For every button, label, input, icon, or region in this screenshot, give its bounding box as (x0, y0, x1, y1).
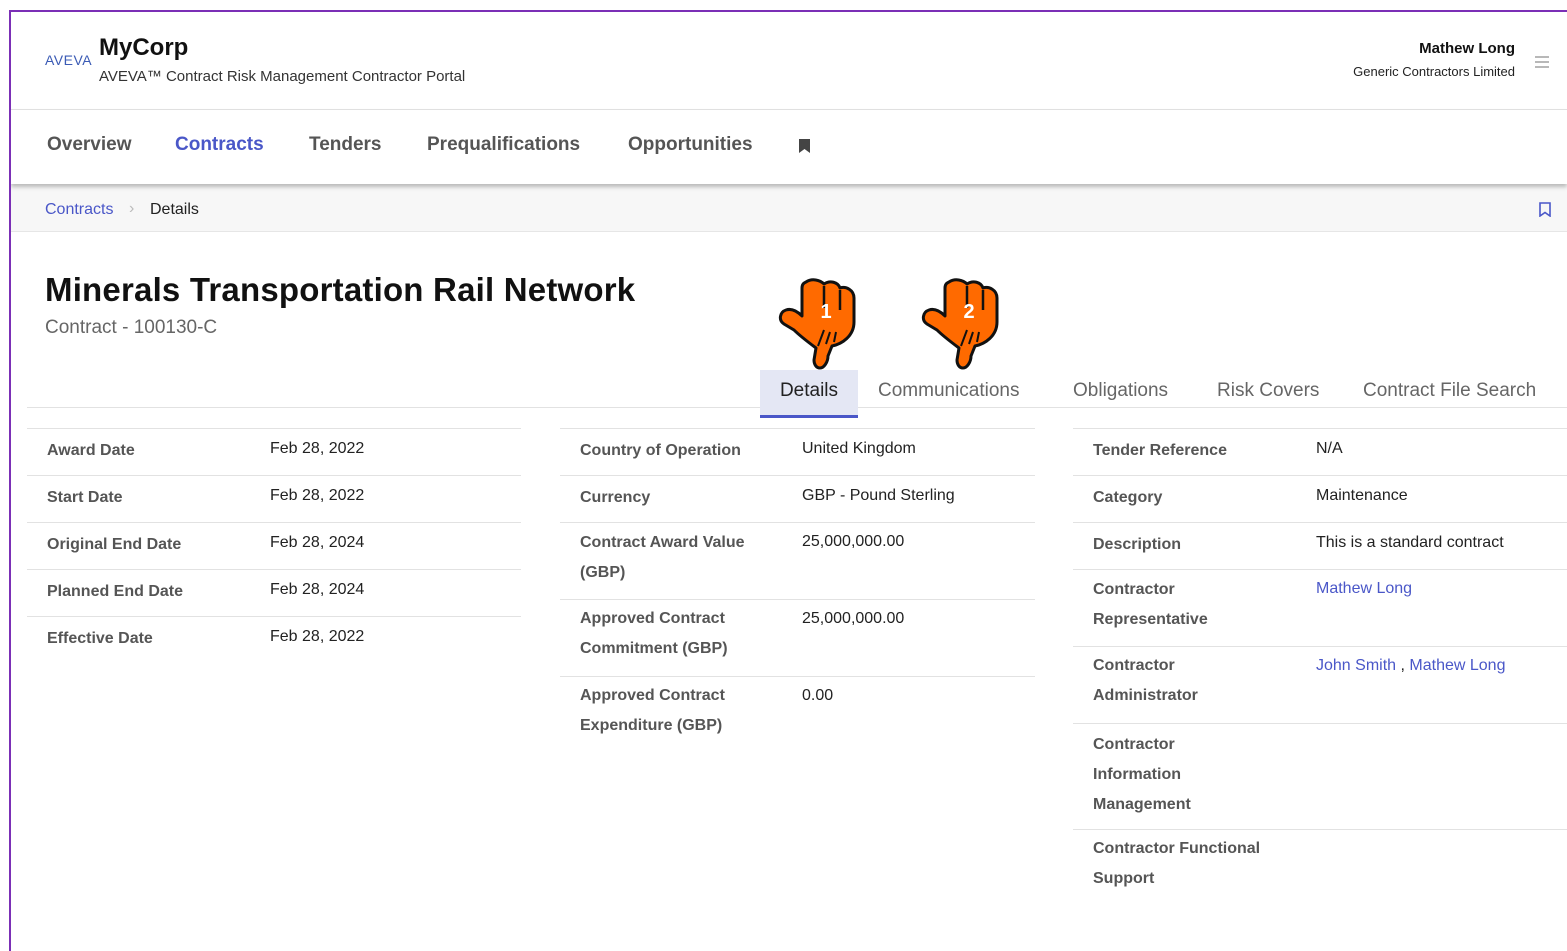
field-label: Planned End Date (47, 583, 184, 600)
field-value: Feb 28, 2024 (270, 534, 365, 551)
field-row: Category Maintenance (1073, 475, 1567, 522)
field-row: Description This is a standard contract (1073, 522, 1567, 569)
breadcrumb-link-contracts[interactable]: Contracts (45, 201, 113, 219)
field-row: Planned End Date Feb 28, 2024 (27, 569, 521, 616)
field-row: Currency GBP - Pound Sterling (560, 475, 1035, 522)
pointer-number-2: 2 (963, 301, 974, 323)
field-label: Start Date (47, 489, 123, 506)
user-name[interactable]: Mathew Long (1419, 40, 1515, 57)
field-label: Category (1093, 489, 1163, 506)
field-value: Feb 28, 2022 (270, 440, 365, 457)
aveva-logo: AVEVA (45, 52, 93, 68)
field-row: Contractor Representative Mathew Long (1073, 569, 1567, 646)
tab-contract-file-search[interactable]: Contract File Search (1363, 380, 1536, 402)
nav-item-opportunities[interactable]: Opportunities (628, 134, 753, 156)
contract-number: Contract - 100130-C (45, 317, 218, 338)
field-row: Effective Date Feb 28, 2022 (27, 616, 521, 663)
field-label: Tender Reference (1093, 442, 1227, 459)
field-label: Currency (580, 489, 651, 506)
details-column-right: Tender Reference N/A Category Maintenanc… (1073, 428, 1567, 906)
field-label: Contract Award Value (GBP) (580, 534, 745, 581)
details-column-left: Award Date Feb 28, 2022 Start Date Feb 2… (27, 428, 521, 663)
field-row: Original End Date Feb 28, 2024 (27, 522, 521, 569)
field-value: Feb 28, 2022 (270, 487, 365, 504)
tab-risk-covers[interactable]: Risk Covers (1217, 380, 1319, 402)
field-label: Award Date (47, 442, 135, 459)
pointing-hand-icon-2: 2 (921, 278, 999, 370)
field-label: Approved Contract Expenditure (GBP) (580, 687, 725, 734)
field-value: GBP - Pound Sterling (802, 487, 955, 504)
app-name[interactable]: MyCorp (99, 34, 188, 62)
field-label: Country of Operation (580, 442, 741, 459)
field-value: 25,000,000.00 (802, 610, 905, 627)
field-value: United Kingdom (802, 440, 916, 457)
field-value: 25,000,000.00 (802, 533, 905, 550)
nav-item-overview[interactable]: Overview (47, 134, 132, 156)
nav-item-prequalifications[interactable]: Prequalifications (427, 134, 580, 156)
field-label: Approved Contract Commitment (GBP) (580, 610, 728, 657)
field-value: 0.00 (802, 687, 834, 704)
contractor-administrator-link[interactable]: John Smith (1316, 657, 1396, 674)
breadcrumb-current: Details (150, 201, 199, 218)
field-value: John Smith , Mathew Long (1316, 651, 1505, 681)
field-value: This is a standard contract (1316, 534, 1504, 551)
main-nav: Overview Contracts Tenders Prequalificat… (11, 110, 1567, 184)
app-subtitle: AVEVA™ Contract Risk Management Contract… (99, 68, 466, 85)
field-label: Effective Date (47, 630, 153, 647)
nav-item-contracts[interactable]: Contracts (175, 134, 264, 156)
field-value: Feb 28, 2024 (270, 581, 365, 598)
bookmark-outline-icon[interactable] (1539, 202, 1551, 217)
app-header: AVEVA MyCorp AVEVA™ Contract Risk Manage… (11, 12, 1567, 110)
nav-item-tenders[interactable]: Tenders (309, 134, 382, 156)
field-label: Contractor Information Management (1093, 736, 1191, 813)
hamburger-menu-icon[interactable] (1535, 56, 1549, 68)
pointing-hand-icon-1: 1 (778, 278, 856, 370)
tab-details[interactable]: Details (760, 370, 858, 418)
field-row: Contract Award Value (GBP) 25,000,000.00 (560, 522, 1035, 599)
field-row: Approved Contract Commitment (GBP) 25,00… (560, 599, 1035, 676)
field-value: Feb 28, 2022 (270, 628, 365, 645)
contractor-administrator-link[interactable]: Mathew Long (1409, 657, 1505, 674)
field-label: Contractor Functional Support (1093, 840, 1261, 887)
field-row: Contractor Administrator John Smith , Ma… (1073, 646, 1567, 723)
breadcrumb-separator-icon: › (129, 200, 135, 217)
field-row: Country of Operation United Kingdom (560, 428, 1035, 475)
link-separator: , (1400, 657, 1405, 674)
field-row: Award Date Feb 28, 2022 (27, 428, 521, 475)
page-title: Minerals Transportation Rail Network (45, 271, 636, 308)
field-label: Contractor Administrator (1093, 657, 1198, 704)
tab-communications[interactable]: Communications (878, 380, 1020, 402)
field-label: Contractor Representative (1093, 581, 1208, 628)
contractor-representative-link[interactable]: Mathew Long (1316, 574, 1412, 604)
breadcrumb: Contracts › Details (11, 184, 1567, 232)
details-column-middle: Country of Operation United Kingdom Curr… (560, 428, 1035, 753)
field-row: Approved Contract Expenditure (GBP) 0.00 (560, 676, 1035, 753)
app-frame: AVEVA MyCorp AVEVA™ Contract Risk Manage… (9, 10, 1567, 951)
user-organization: Generic Contractors Limited (1353, 64, 1515, 79)
field-row: Contractor Functional Support (1073, 829, 1567, 906)
field-row: Tender Reference N/A (1073, 428, 1567, 475)
field-value: N/A (1316, 440, 1343, 457)
field-row: Contractor Information Management (1073, 723, 1567, 829)
field-label: Original End Date (47, 536, 182, 553)
bookmark-icon[interactable] (799, 139, 810, 153)
pointer-number-1: 1 (820, 301, 831, 323)
tab-obligations[interactable]: Obligations (1073, 380, 1168, 402)
field-value: Maintenance (1316, 487, 1408, 504)
field-row: Start Date Feb 28, 2022 (27, 475, 521, 522)
field-label: Description (1093, 536, 1182, 553)
